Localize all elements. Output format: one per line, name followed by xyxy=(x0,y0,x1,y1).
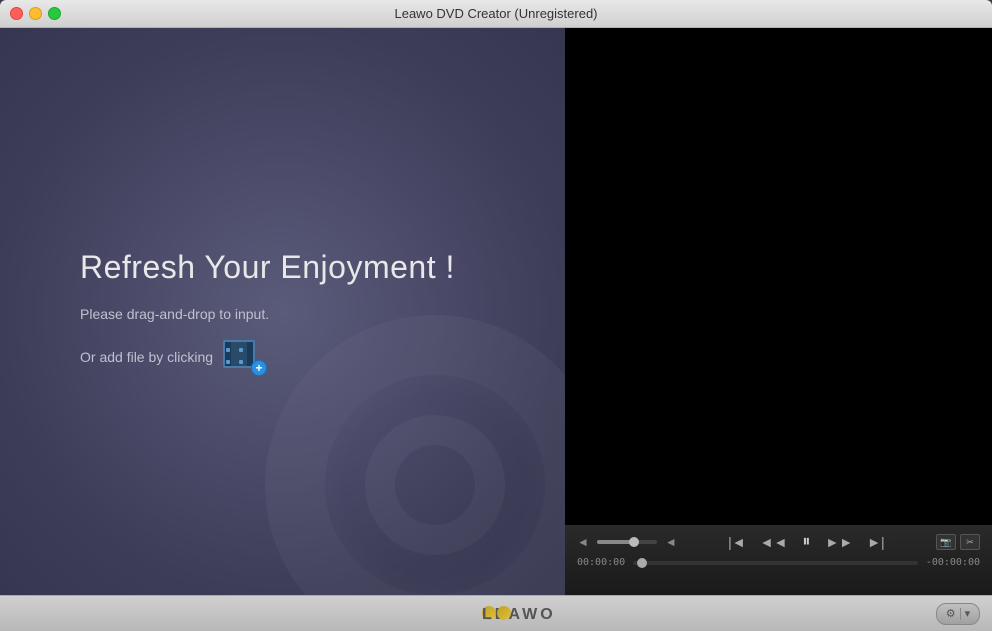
film-hole xyxy=(226,348,230,352)
player-controls: ◄ ◄ |◄ ◄◄ ⏸ ►► ►| 📷 ✂ 00: xyxy=(565,525,992,595)
pause-button[interactable]: ⏸ xyxy=(798,533,814,551)
progress-thumb[interactable] xyxy=(637,558,647,568)
drag-drop-text: Please drag-and-drop to input. xyxy=(80,306,565,322)
film-hole xyxy=(252,348,255,352)
fast-forward-button[interactable]: ►► xyxy=(822,535,856,549)
volume-slider[interactable] xyxy=(597,540,657,544)
film-hole-row-top xyxy=(225,348,255,352)
clip-button[interactable]: ✂ xyxy=(960,534,980,550)
snapshot-button[interactable]: 📷 xyxy=(936,534,956,550)
bottom-bar: LEAWO ⚙ ▾ xyxy=(0,595,992,631)
plus-badge-icon: + xyxy=(251,360,267,376)
arrow-icon: ▾ xyxy=(965,607,971,620)
window-title: Leawo DVD Creator (Unregistered) xyxy=(394,6,597,21)
rewind-button[interactable]: ◄◄ xyxy=(757,535,791,549)
logo-text: LEAWO xyxy=(482,606,496,620)
minimize-button[interactable] xyxy=(29,7,42,20)
main-heading: Refresh Your Enjoyment ! xyxy=(80,249,565,286)
film-hole xyxy=(239,348,243,352)
volume-fill xyxy=(597,540,632,544)
film-strip-icon xyxy=(223,340,255,368)
skip-to-start-button[interactable]: |◄ xyxy=(725,535,749,549)
progress-row: 00:00:00 -00:00:00 xyxy=(577,557,980,568)
current-time: 00:00:00 xyxy=(577,557,625,568)
total-time: -00:00:00 xyxy=(926,557,980,568)
add-file-label: Or add file by clicking xyxy=(80,349,213,365)
controls-top-row: ◄ ◄ |◄ ◄◄ ⏸ ►► ►| 📷 ✂ xyxy=(577,533,980,551)
title-bar: Leawo DVD Creator (Unregistered) xyxy=(0,0,992,28)
volume-speaker-icon: ◄ xyxy=(665,535,677,549)
film-hole xyxy=(239,360,243,364)
main-content: Refresh Your Enjoyment ! Please drag-and… xyxy=(0,28,992,595)
film-hole xyxy=(226,360,230,364)
close-button[interactable] xyxy=(10,7,23,20)
volume-icon: ◄ xyxy=(577,535,589,549)
window-controls[interactable] xyxy=(10,7,61,20)
skip-to-end-button[interactable]: ►| xyxy=(864,535,888,549)
right-controls-group: 📷 ✂ xyxy=(936,534,980,550)
video-preview-area xyxy=(565,28,992,525)
settings-button[interactable]: ⚙ ▾ xyxy=(936,603,980,625)
film-hole-row-bottom xyxy=(225,360,255,364)
leawo-logo: LEAWO xyxy=(481,605,511,623)
gear-icon: ⚙ xyxy=(946,607,956,620)
maximize-button[interactable] xyxy=(48,7,61,20)
add-file-button[interactable]: + xyxy=(223,340,261,374)
right-panel: ◄ ◄ |◄ ◄◄ ⏸ ►► ►| 📷 ✂ 00: xyxy=(565,28,992,595)
volume-thumb[interactable] xyxy=(629,537,639,547)
separator xyxy=(960,608,961,620)
left-panel: Refresh Your Enjoyment ! Please drag-and… xyxy=(0,28,565,595)
progress-bar[interactable] xyxy=(633,561,918,565)
